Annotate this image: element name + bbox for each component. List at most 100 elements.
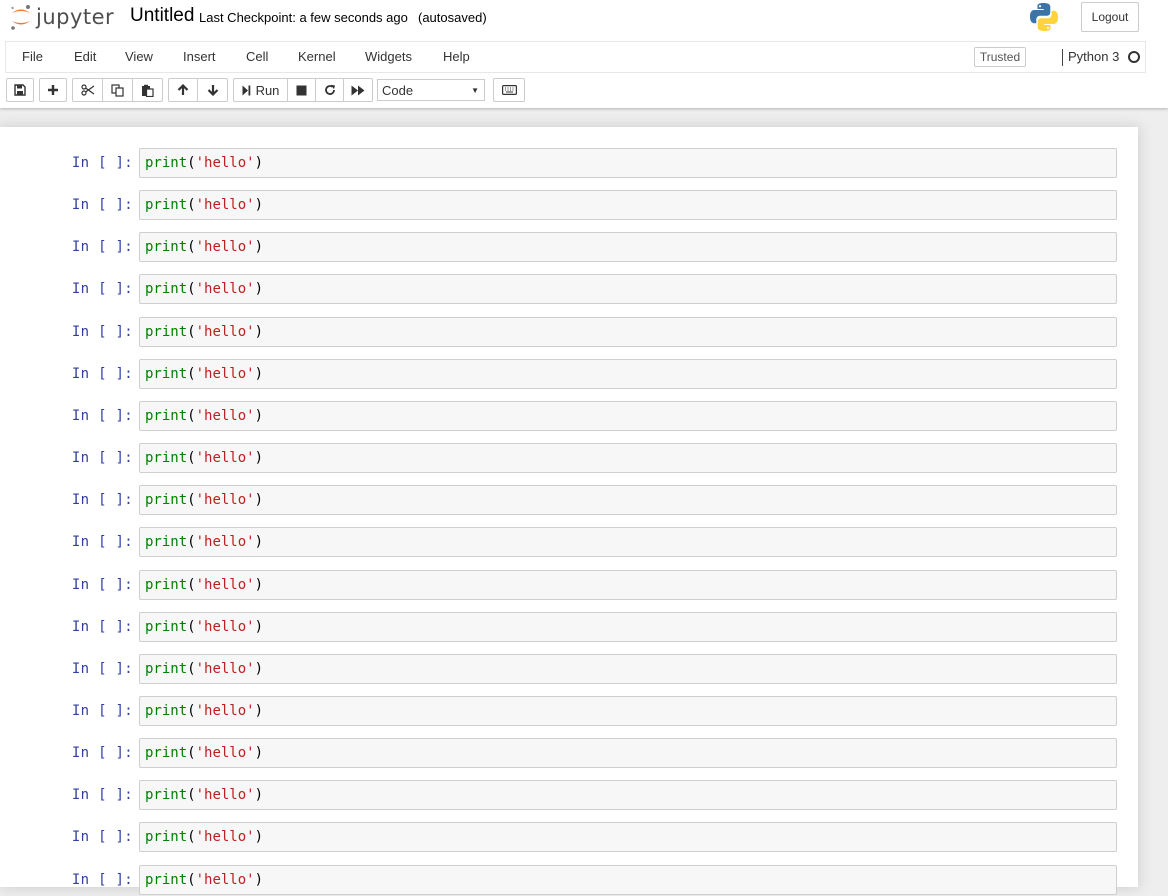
- cell-type-select[interactable]: Code ▼: [377, 79, 485, 101]
- code-input[interactable]: print('hello'): [139, 485, 1117, 515]
- menu-kernel[interactable]: Kernel: [298, 42, 336, 72]
- scissors-icon: [80, 84, 94, 96]
- code-string: 'hello': [195, 787, 255, 803]
- interrupt-button[interactable]: [287, 78, 316, 102]
- code-cell[interactable]: In [ ]: print('hello'): [0, 442, 1138, 474]
- code-input[interactable]: print('hello'): [139, 738, 1117, 768]
- code-input[interactable]: print('hello'): [139, 401, 1117, 431]
- code-paren-open: (: [187, 577, 196, 593]
- code-input[interactable]: print('hello'): [139, 148, 1117, 178]
- code-input[interactable]: print('hello'): [139, 696, 1117, 726]
- insert-cell-button[interactable]: [39, 78, 67, 102]
- code-paren-close: ): [254, 239, 264, 255]
- code-cell[interactable]: In [ ]: print('hello'): [0, 821, 1138, 853]
- code-string: 'hello': [195, 450, 255, 466]
- code-string: 'hello': [195, 324, 255, 340]
- run-icon: [242, 85, 250, 95]
- code-input[interactable]: print('hello'): [139, 822, 1117, 852]
- code-paren-open: (: [187, 366, 196, 382]
- code-string: 'hello': [195, 492, 255, 508]
- restart-icon: [324, 84, 335, 95]
- code-input[interactable]: print('hello'): [139, 359, 1117, 389]
- menu-cell[interactable]: Cell: [246, 42, 268, 72]
- code-cell[interactable]: In [ ]: print('hello'): [0, 779, 1138, 811]
- code-builtin: print: [145, 450, 188, 466]
- menu-edit[interactable]: Edit: [74, 42, 96, 72]
- menu-view[interactable]: View: [125, 42, 153, 72]
- run-button[interactable]: Run: [233, 78, 288, 102]
- code-cell[interactable]: In [ ]: print('hello'): [0, 526, 1138, 558]
- code-builtin: print: [145, 872, 188, 888]
- code-cell[interactable]: In [ ]: print('hello'): [0, 695, 1138, 727]
- fast-forward-icon: [351, 85, 365, 95]
- move-up-button[interactable]: [168, 78, 198, 102]
- code-input[interactable]: print('hello'): [139, 274, 1117, 304]
- code-paren-close: ): [254, 197, 264, 213]
- input-prompt: In [ ]:: [71, 155, 133, 171]
- restart-run-all-button[interactable]: [343, 78, 373, 102]
- paste-button[interactable]: [132, 78, 163, 102]
- menu-help[interactable]: Help: [443, 42, 470, 72]
- code-string: 'hello': [195, 155, 255, 171]
- input-prompt: In [ ]:: [71, 872, 133, 888]
- menu-widgets[interactable]: Widgets: [365, 42, 412, 72]
- code-paren-close: ): [254, 703, 264, 719]
- code-builtin: print: [145, 661, 188, 677]
- restart-button[interactable]: [315, 78, 344, 102]
- code-paren-open: (: [187, 197, 196, 213]
- code-paren-close: ): [254, 829, 264, 845]
- code-cell[interactable]: In [ ]: print('hello'): [0, 273, 1138, 305]
- trusted-indicator[interactable]: Trusted: [974, 47, 1026, 67]
- code-input[interactable]: print('hello'): [139, 443, 1117, 473]
- code-cell[interactable]: In [ ]: print('hello'): [0, 864, 1138, 896]
- jupyter-logo[interactable]: jupyter: [9, 2, 114, 32]
- code-cell[interactable]: In [ ]: print('hello'): [0, 484, 1138, 516]
- code-input[interactable]: print('hello'): [139, 780, 1117, 810]
- code-string: 'hello': [195, 281, 255, 297]
- code-cell[interactable]: In [ ]: print('hello'): [0, 569, 1138, 601]
- logout-button[interactable]: Logout: [1081, 2, 1139, 32]
- code-paren-close: ): [254, 661, 264, 677]
- code-cell[interactable]: In [ ]: print('hello'): [0, 316, 1138, 348]
- cut-button[interactable]: [72, 78, 103, 102]
- jupyter-logo-text: jupyter: [36, 5, 115, 29]
- copy-button[interactable]: [102, 78, 133, 102]
- code-cell[interactable]: In [ ]: print('hello'): [0, 358, 1138, 390]
- code-cell[interactable]: In [ ]: print('hello'): [0, 737, 1138, 769]
- move-down-button[interactable]: [197, 78, 228, 102]
- code-paren-open: (: [187, 872, 196, 888]
- code-cell[interactable]: In [ ]: print('hello'): [0, 147, 1138, 179]
- code-cell[interactable]: In [ ]: print('hello'): [0, 400, 1138, 432]
- notebook-name[interactable]: Untitled: [130, 5, 194, 27]
- menu-file[interactable]: File: [22, 42, 43, 72]
- save-button[interactable]: [6, 78, 34, 102]
- code-paren-close: ): [254, 872, 264, 888]
- code-cell[interactable]: In [ ]: print('hello'): [0, 231, 1138, 263]
- code-builtin: print: [145, 155, 188, 171]
- code-input[interactable]: print('hello'): [139, 865, 1117, 895]
- code-input[interactable]: print('hello'): [139, 654, 1117, 684]
- code-string: 'hello': [195, 197, 255, 213]
- code-string: 'hello': [195, 872, 255, 888]
- code-cell[interactable]: In [ ]: print('hello'): [0, 653, 1138, 685]
- code-paren-close: ): [254, 450, 264, 466]
- code-builtin: print: [145, 324, 188, 340]
- code-input[interactable]: print('hello'): [139, 527, 1117, 557]
- code-builtin: print: [145, 281, 188, 297]
- kernel-name[interactable]: Python 3: [1068, 42, 1119, 72]
- code-paren-close: ): [254, 534, 264, 550]
- menu-insert[interactable]: Insert: [183, 42, 216, 72]
- command-palette-button[interactable]: [493, 78, 525, 102]
- input-prompt: In [ ]:: [71, 281, 133, 297]
- plus-icon: [48, 85, 58, 95]
- code-input[interactable]: print('hello'): [139, 570, 1117, 600]
- code-input[interactable]: print('hello'): [139, 190, 1117, 220]
- code-cell[interactable]: In [ ]: print('hello'): [0, 611, 1138, 643]
- code-input[interactable]: print('hello'): [139, 232, 1117, 262]
- notebook-header: jupyter Untitled Last Checkpoint: a few …: [0, 0, 1168, 108]
- code-cell[interactable]: In [ ]: print('hello'): [0, 189, 1138, 221]
- code-paren-open: (: [187, 661, 196, 677]
- notebook-container: In [ ]: print('hello') In [ ]: print('hello…: [0, 127, 1138, 895]
- code-input[interactable]: print('hello'): [139, 612, 1117, 642]
- code-input[interactable]: print('hello'): [139, 317, 1117, 347]
